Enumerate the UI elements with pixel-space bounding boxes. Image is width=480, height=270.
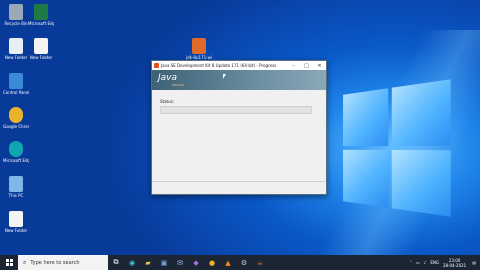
window-title: Java SE Development Kit 8 Update 171 (64…: [161, 63, 277, 68]
installer-window: Java SE Development Kit 8 Update 171 (64…: [151, 60, 327, 195]
java-installer-icon: [192, 38, 206, 54]
visual-studio-icon[interactable]: ◆: [188, 255, 204, 270]
java-icon[interactable]: ☕: [252, 255, 268, 270]
notification-icon[interactable]: ▤: [472, 260, 476, 265]
search-icon: ⌕: [23, 258, 27, 266]
settings-icon[interactable]: ⚙: [236, 255, 252, 270]
clock[interactable]: 23:00 28-04-2021: [443, 258, 466, 268]
mail-icon[interactable]: ✉: [172, 255, 188, 270]
chevron-up-icon[interactable]: ˄: [410, 260, 412, 265]
desktop-icon-file-2[interactable]: New Folder: [28, 38, 54, 60]
oracle-logo: ORACLE: [172, 83, 184, 87]
desktop-icon-edge[interactable]: Microsoft Edge: [3, 141, 29, 163]
windows-icon: [5, 259, 13, 266]
taskbar-search[interactable]: ⌕ Type here to search: [18, 255, 108, 270]
desktop-icon-document[interactable]: New Folder: [3, 211, 29, 233]
close-button[interactable]: ✕: [313, 63, 326, 69]
vlc-icon[interactable]: ▲: [220, 255, 236, 270]
java-banner: Java ORACLE: [152, 70, 326, 90]
file-icon: [9, 38, 23, 54]
network-icon[interactable]: ▭: [416, 260, 420, 265]
window-footer: [152, 181, 326, 194]
desktop-icon-jdk-installer[interactable]: jdk-8u171-windows-x64: [186, 38, 212, 60]
edge-icon[interactable]: ◉: [124, 255, 140, 270]
chrome-icon: [9, 107, 23, 123]
task-view-icon[interactable]: ⧉: [108, 255, 124, 270]
recycle-bin-icon: [9, 4, 23, 20]
desktop-icon-this-pc[interactable]: This PC: [3, 176, 29, 198]
desktop-icon-control-panel[interactable]: Control Panel: [3, 73, 29, 95]
edge-icon: [9, 141, 23, 157]
java-logo: Java: [158, 73, 178, 83]
desktop-icon-chrome[interactable]: Google Chrome: [3, 107, 29, 129]
java-icon: [154, 63, 159, 68]
this-pc-icon: [9, 176, 23, 192]
start-button[interactable]: [0, 255, 18, 270]
maximize-button[interactable]: □: [300, 63, 313, 69]
clock-date: 28-04-2021: [442, 262, 467, 268]
language-indicator[interactable]: ENG: [430, 260, 439, 265]
status-label: Status:: [160, 99, 175, 104]
file-icon: [9, 211, 23, 227]
system-tray: ˄ ▭ ♪ ENG 23:00 28-04-2021 ▤: [410, 258, 480, 268]
windows-wallpaper-logo: [343, 79, 451, 217]
desktop-icon-excel[interactable]: Microsoft Edge: [28, 4, 54, 26]
desktop-icon-file-1[interactable]: New Folder: [3, 38, 29, 60]
chrome-icon[interactable]: ●: [204, 255, 220, 270]
window-titlebar[interactable]: Java SE Development Kit 8 Update 171 (64…: [152, 61, 326, 70]
minimize-button[interactable]: –: [287, 63, 300, 69]
progress-bar: [160, 106, 312, 114]
excel-file-icon: [34, 4, 48, 20]
file-icon: [34, 38, 48, 54]
store-icon[interactable]: ▣: [156, 255, 172, 270]
control-panel-icon: [9, 73, 23, 89]
file-explorer-icon[interactable]: ▰: [140, 255, 156, 270]
mouse-cursor: [223, 74, 226, 79]
desktop-icon-recycle-bin[interactable]: Recycle Bin: [3, 4, 29, 26]
search-placeholder: Type here to search: [30, 259, 80, 266]
taskbar: ⌕ Type here to search ⧉ ◉ ▰ ▣ ✉ ◆ ● ▲ ⚙ …: [0, 255, 480, 270]
volume-icon[interactable]: ♪: [424, 260, 427, 265]
